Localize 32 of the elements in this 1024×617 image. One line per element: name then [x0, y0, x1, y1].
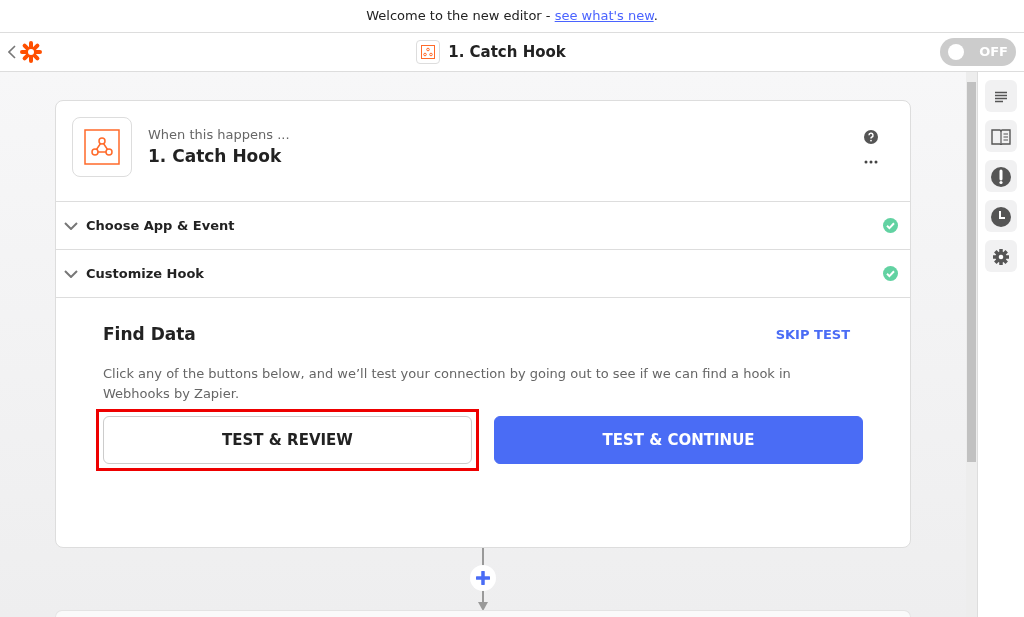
section-title[interactable]: Choose App & Event	[86, 215, 883, 236]
section-title[interactable]: Customize Hook	[86, 263, 883, 284]
webhook-icon	[72, 117, 132, 177]
whats-new-link[interactable]: see what's new	[554, 8, 654, 24]
step-subtitle: When this happens ...	[148, 125, 291, 144]
review-button[interactable]: TEST & REVIEW	[103, 416, 472, 465]
banner-text: Welcome to the new editor - see what's new.	[366, 7, 658, 26]
outline-button[interactable]	[985, 80, 1017, 112]
step-title: 1. Catch Hook	[148, 145, 283, 168]
alert-button[interactable]	[985, 160, 1017, 192]
asterisk-logo-icon[interactable]	[20, 41, 42, 63]
plus-icon	[476, 571, 490, 585]
chevron-icon[interactable]	[64, 221, 78, 230]
add-step-button[interactable]	[470, 565, 496, 591]
more-icon[interactable]	[864, 160, 878, 164]
chevron-icon[interactable]	[64, 269, 78, 278]
help-icon[interactable]	[864, 130, 878, 144]
book-button[interactable]	[985, 120, 1017, 152]
description-text: Click any of the buttons below, and we’ll test your connection by going out to see if we can find a hook in Webhooks by Zapier.	[103, 364, 792, 404]
alert-icon	[991, 166, 1011, 187]
lines-icon	[994, 90, 1008, 103]
zap-title: 1. Catch Hook	[448, 41, 566, 63]
settings-button[interactable]	[985, 240, 1017, 272]
continue-button[interactable]: TEST & CONTINUE	[494, 416, 863, 465]
section-heading: Find Data	[103, 323, 196, 346]
settings-icon	[992, 247, 1010, 266]
webhook-icon	[416, 40, 441, 64]
back-icon[interactable]	[8, 45, 16, 59]
book-icon	[991, 128, 1011, 145]
clock-icon	[991, 206, 1011, 227]
history-button[interactable]	[985, 200, 1017, 232]
skip-test-link[interactable]: SKIP TEST	[775, 325, 850, 345]
